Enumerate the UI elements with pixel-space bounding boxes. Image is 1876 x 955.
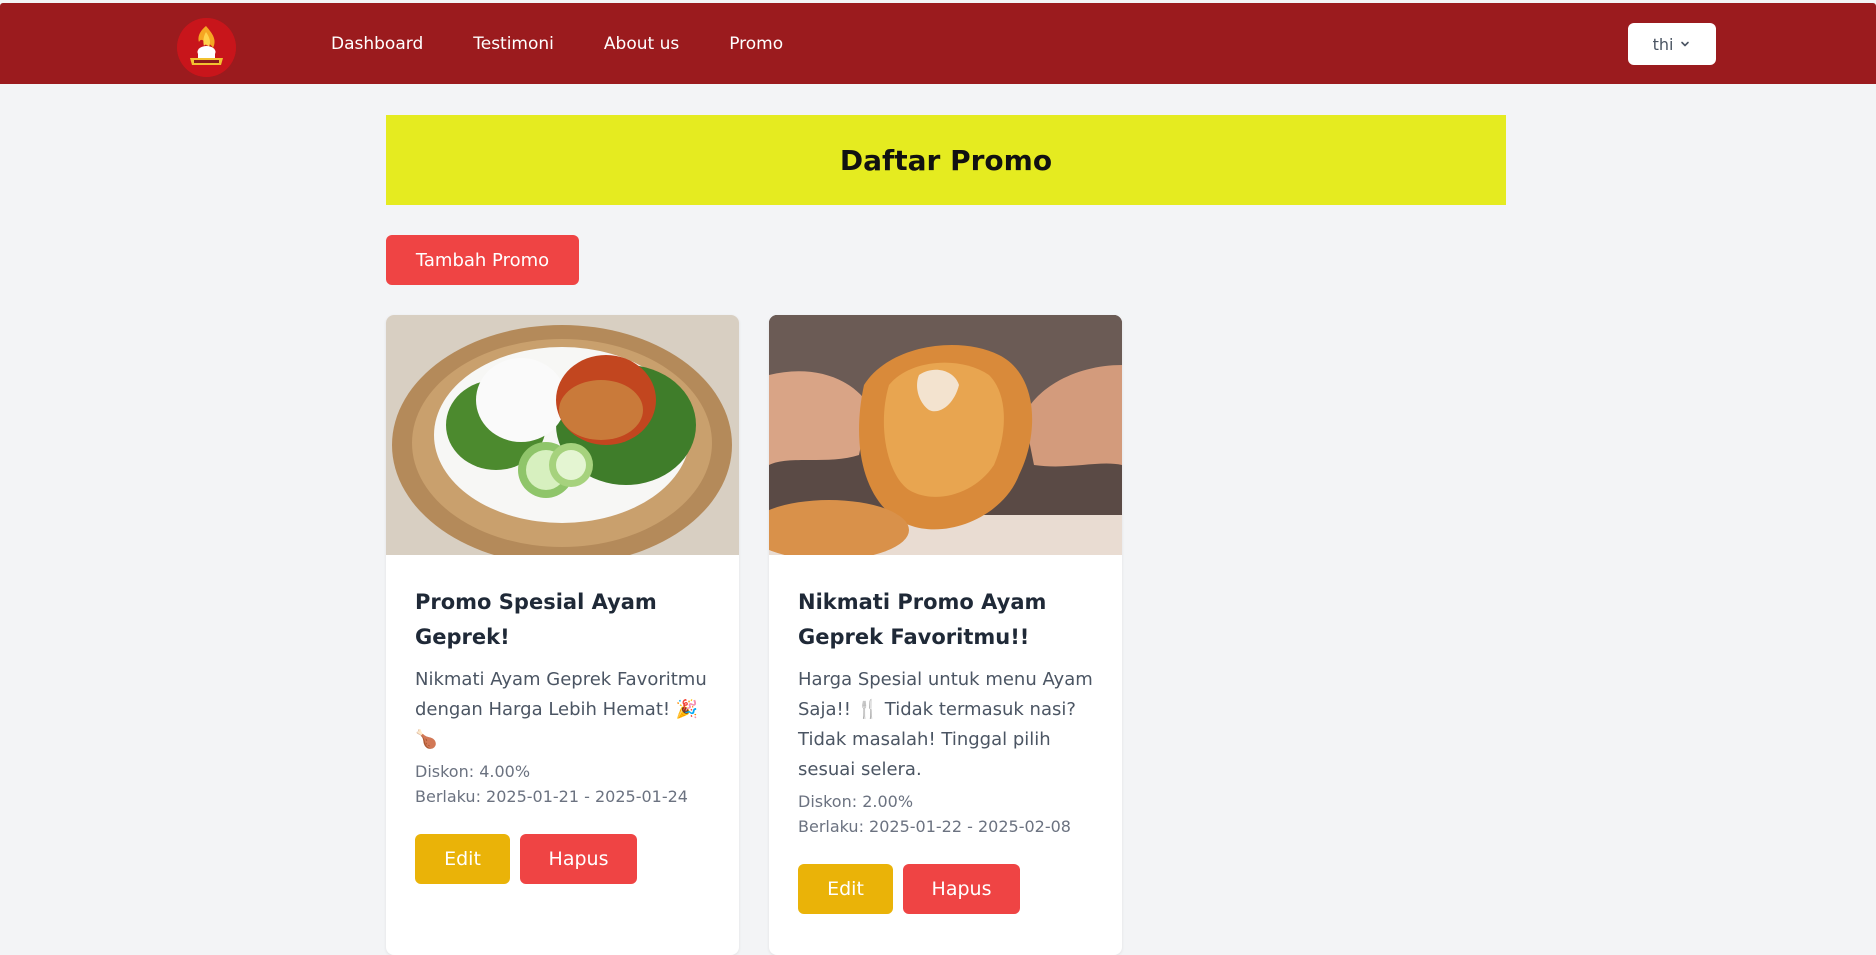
nav-links: Dashboard Testimoni About us Promo	[331, 3, 833, 84]
promo-image	[769, 315, 1122, 555]
promo-description: Harga Spesial untuk menu Ayam Saja!! 🍴 T…	[798, 669, 1093, 780]
promo-title: Nikmati Promo Ayam Geprek Favoritmu!!	[798, 590, 1047, 649]
nav-link-promo[interactable]: Promo	[729, 34, 783, 54]
nav-link-dashboard[interactable]: Dashboard	[331, 34, 423, 54]
promo-card: Promo Spesial Ayam Geprek! Nikmati Ayam …	[386, 315, 739, 955]
user-name: thi	[1652, 34, 1674, 54]
logo[interactable]	[177, 18, 236, 77]
promo-period: Berlaku: 2025-01-21 - 2025-01-24	[415, 787, 688, 806]
page-title: Daftar Promo	[839, 143, 1053, 177]
page-title-banner: Daftar Promo	[386, 115, 1506, 205]
card-actions: Edit Hapus	[798, 864, 1093, 914]
card-actions: Edit Hapus	[415, 834, 710, 884]
edit-button[interactable]: Edit	[798, 864, 893, 914]
promo-title: Promo Spesial Ayam Geprek!	[415, 590, 657, 649]
user-menu-button[interactable]: thi	[1628, 23, 1716, 65]
promo-discount: Diskon: 2.00%	[798, 792, 914, 811]
navbar: Dashboard Testimoni About us Promo thi	[0, 3, 1876, 84]
promo-description: Nikmati Ayam Geprek Favoritmu dengan Har…	[415, 669, 707, 750]
delete-button[interactable]: Hapus	[520, 834, 637, 884]
promo-card: Nikmati Promo Ayam Geprek Favoritmu!! Ha…	[769, 315, 1122, 955]
nav-link-testimoni[interactable]: Testimoni	[473, 34, 554, 54]
edit-button[interactable]: Edit	[415, 834, 510, 884]
add-promo-button[interactable]: Tambah Promo	[386, 235, 579, 285]
promo-image	[386, 315, 739, 555]
promo-period: Berlaku: 2025-01-22 - 2025-02-08	[798, 817, 1071, 836]
chevron-down-icon	[1679, 35, 1691, 54]
nav-link-about-us[interactable]: About us	[604, 34, 679, 54]
delete-button[interactable]: Hapus	[903, 864, 1020, 914]
promo-discount: Diskon: 4.00%	[415, 762, 531, 781]
